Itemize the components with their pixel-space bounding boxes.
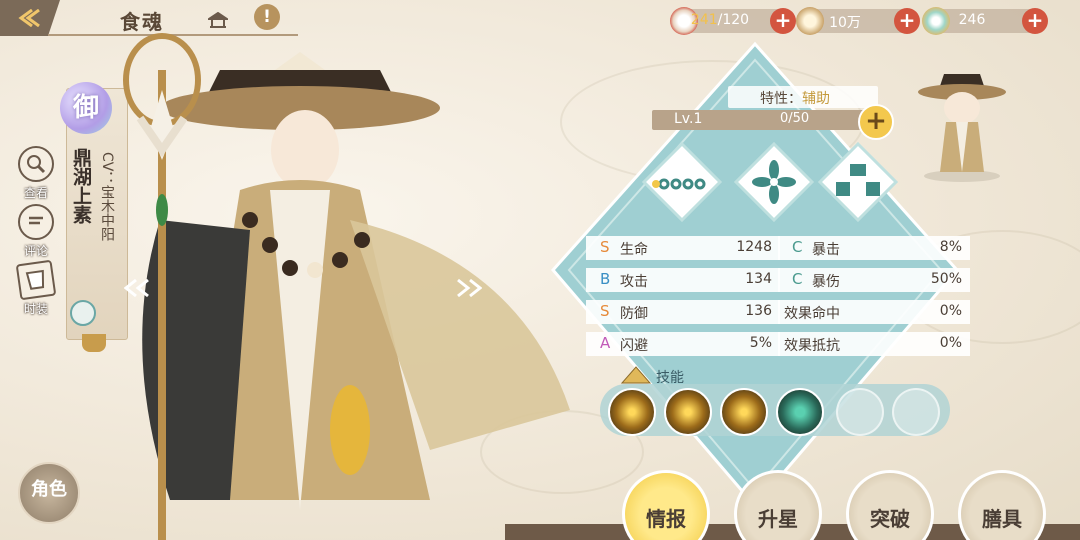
stat-row: 效果抵抗 0% [778,332,970,356]
stat-name: 效果抵抗 [784,338,840,354]
jade-value: 246 [958,12,986,28]
magnifier-icon [18,146,54,182]
stat-value: 134 [745,271,772,287]
character-name: 鼎湖上素 [70,148,92,224]
trait-label: 特性： [760,91,802,107]
outfit-icon [15,259,57,301]
skill-slot-3[interactable] [720,388,768,436]
stat-value: 136 [745,303,772,319]
stat-value: 8% [939,239,962,255]
stat-grade: C [792,270,803,288]
chibi-sprite [918,74,1006,182]
stat-value: 5% [749,335,772,351]
skill-slot-2[interactable] [664,388,712,436]
stat-grade: S [600,302,610,320]
stat-name: 闪避 [620,338,648,354]
stat-value: 1248 [736,239,772,255]
skill-slot-1[interactable] [608,388,656,436]
stat-name: 暴伤 [812,274,840,290]
outfit-label: 时装 [23,302,48,316]
comment-icon [18,204,54,240]
stamina-max: /120 [717,12,750,28]
coins-counter: 10万 + [796,7,920,35]
voice-icon[interactable] [70,300,96,326]
stat-grade: S [600,238,610,256]
notice-icon[interactable]: ! [254,4,280,30]
stat-value: 0% [939,335,962,351]
skill-slot-4[interactable] [776,388,824,436]
exp-label: 0/50 [780,111,810,126]
jade-counter: 246 + [922,7,1048,35]
stat-row: C 暴击 8% [778,236,970,260]
stat-row: S 生命 1248 [586,236,780,260]
stat-row: A 闪避 5% [586,332,780,356]
stat-grade: A [600,334,611,352]
comment-button[interactable]: 评论 [10,204,62,262]
view-label: 查看 [23,186,48,200]
outfit-button[interactable]: 时装 [10,259,62,320]
pavilion-icon[interactable] [208,12,228,28]
trait-icon-blocks[interactable] [818,142,898,222]
stat-row: C 暴伤 50% [778,268,970,292]
stamina-current: 241 [690,12,718,28]
back-arrow-icon [18,9,40,27]
add-coins-button[interactable]: + [894,8,920,34]
skill-slot-locked [836,388,884,436]
level-up-button[interactable]: + [858,104,894,140]
stat-name: 攻击 [620,274,648,290]
stat-name: 生命 [620,242,648,258]
stat-grade: B [600,270,611,288]
stamina-counter: 241/120 + [670,7,796,35]
tab-label: 升星 [758,507,798,531]
stat-name: 防御 [620,306,648,322]
level-label: Lv.1 [674,111,703,127]
skill-slot-locked [892,388,940,436]
role-button[interactable]: 角色 [18,462,80,524]
stat-value: 0% [939,303,962,319]
stat-grade: C [792,238,803,256]
game-screen: 食魂 ! 241/120 + 10万 + 246 + 查看 评论 时装 御 鼎湖… [0,0,1080,540]
trait-value: 辅助 [802,91,830,107]
stat-name: 效果命中 [784,306,840,322]
previous-character-button[interactable] [124,278,154,298]
trait-icon-support[interactable] [642,142,722,222]
tab-label: 情报 [646,507,686,531]
coins-value: 10万 [829,15,861,31]
tab-label: 突破 [870,507,910,531]
tab-tableware[interactable]: 膳具 [958,470,1046,540]
tab-label: 膳具 [982,507,1022,531]
add-stamina-button[interactable]: + [770,8,796,34]
comment-label: 评论 [23,244,48,258]
stat-row: B 攻击 134 [586,268,780,292]
view-button[interactable]: 查看 [10,146,62,204]
stat-name: 暴击 [812,242,840,258]
next-character-button[interactable] [452,278,482,298]
stat-row: 效果命中 0% [778,300,970,324]
stat-row: S 防御 136 [586,300,780,324]
stat-value: 50% [930,271,962,287]
add-jade-button[interactable]: + [1022,8,1048,34]
trait-icon-flower[interactable] [734,142,814,222]
